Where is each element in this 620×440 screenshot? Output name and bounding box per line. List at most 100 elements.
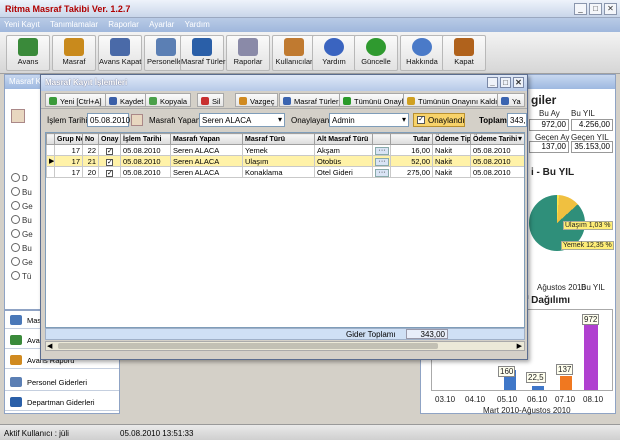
table-row[interactable]: 17 20 ✓ 05.08.2010 Seren ALACA Konaklama… xyxy=(46,166,524,178)
maximize-button[interactable]: □ xyxy=(589,3,602,15)
grid-cell[interactable]: 21 xyxy=(82,155,99,167)
period-radio[interactable]: Bu xyxy=(11,243,32,253)
period-radio[interactable]: Ge xyxy=(11,201,33,211)
period-radio[interactable]: D xyxy=(11,173,28,183)
grid-cell[interactable]: Otobüs xyxy=(314,155,373,167)
grid-cell[interactable]: Akşam xyxy=(314,144,373,156)
grid-cell[interactable]: Seren ALACA xyxy=(170,155,243,167)
grid-cell[interactable]: 22 xyxy=(82,144,99,156)
tumunun-onayini-kaldir-button[interactable]: Tümünün Onayını Kaldır xyxy=(403,93,504,107)
menu-yardim[interactable]: Yardım xyxy=(181,18,214,31)
grid-cell[interactable]: 16,00 xyxy=(390,144,433,156)
dialog-maximize-button[interactable]: □ xyxy=(500,77,511,88)
grid-cell[interactable]: 05.08.2010 xyxy=(120,144,171,156)
kaydet-button[interactable]: Kaydet xyxy=(105,93,148,107)
masraf-button[interactable]: Masraf xyxy=(52,35,96,71)
table-row[interactable]: 17 22 ✓ 05.08.2010 Seren ALACA Yemek Akş… xyxy=(46,144,524,156)
yazdir-button[interactable]: Ya xyxy=(497,93,525,107)
nav-item-departman-giderleri[interactable]: Departman Giderleri xyxy=(5,393,119,411)
grid-cell[interactable]: Seren ALACA xyxy=(170,166,243,178)
scroll-left-icon[interactable]: ◀ xyxy=(47,342,52,350)
masraf-turleri-button[interactable]: Masraf Türleri xyxy=(180,35,227,71)
avans-button[interactable]: Avans xyxy=(6,35,50,71)
approve-checkbox[interactable]: ✓ xyxy=(98,155,121,167)
grid-cell[interactable]: 17 xyxy=(54,166,83,178)
menu-ayarlar[interactable]: Ayarlar xyxy=(145,18,178,31)
row-indicator[interactable] xyxy=(46,144,55,156)
column-header[interactable]: Onay xyxy=(98,133,121,145)
grid-cell[interactable]: Nakit xyxy=(432,155,471,167)
table-row[interactable]: ▶ 17 21 ✓ 05.08.2010 Seren ALACA Ulaşım … xyxy=(46,155,524,167)
masraf-turleri-dialog-button[interactable]: Masraf Türleri xyxy=(279,93,345,107)
dialog-minimize-button[interactable]: _ xyxy=(487,77,498,88)
period-radio[interactable]: Tü xyxy=(11,271,31,281)
row-indicator[interactable]: ▶ xyxy=(46,155,55,167)
period-radio[interactable]: Ge xyxy=(11,229,33,239)
grid-cell[interactable]: 05.08.2010 xyxy=(120,166,171,178)
grid-cell[interactable]: 17 xyxy=(54,155,83,167)
column-header[interactable]: İşlem Tarihi xyxy=(120,133,171,145)
kullanicilar-button[interactable]: Kullanıcılar xyxy=(272,35,316,71)
grid-cell[interactable]: Konaklama xyxy=(242,166,315,178)
period-radio[interactable]: Bu xyxy=(11,187,32,197)
ellipsis-button[interactable]: ··· xyxy=(372,166,391,178)
grid-cell[interactable]: 17 xyxy=(54,144,83,156)
date-input[interactable]: 05.08.2010 xyxy=(87,113,130,127)
grid-cell[interactable]: Yemek xyxy=(242,144,315,156)
column-header[interactable] xyxy=(372,133,391,145)
tumunu-onayla-button[interactable]: Tümünü Onayla xyxy=(339,93,412,107)
pie-tab[interactable]: Ağustos 2010 xyxy=(537,283,586,292)
approve-checkbox[interactable]: ✓ xyxy=(98,144,121,156)
menu-yeni-kayit[interactable]: Yeni Kayıt xyxy=(0,18,44,31)
calendar-icon[interactable] xyxy=(131,114,143,126)
close-button[interactable]: ✕ xyxy=(604,3,617,15)
column-header[interactable]: Grup No xyxy=(54,133,83,145)
grid-cell[interactable]: 05.08.2010 xyxy=(470,155,524,167)
dialog-close-button[interactable]: ✕ xyxy=(513,77,524,88)
approve-checkbox[interactable]: ✓ xyxy=(98,166,121,178)
column-header[interactable]: Ödeme Tarihi xyxy=(470,133,524,145)
column-header[interactable]: Ödeme Tipi xyxy=(432,133,471,145)
menu-tanimlamalar[interactable]: Tanımlamalar xyxy=(46,18,102,31)
menu-raporlar[interactable]: Raporlar xyxy=(104,18,143,31)
avans-kapat-button[interactable]: Avans Kapat xyxy=(98,35,142,71)
grid-cell[interactable]: 275,00 xyxy=(390,166,433,178)
column-header[interactable]: Tutar xyxy=(390,133,433,145)
minimize-button[interactable]: _ xyxy=(574,3,587,15)
ellipsis-button[interactable]: ··· xyxy=(372,144,391,156)
horizontal-scrollbar[interactable]: ◀ ▶ xyxy=(45,341,525,351)
grid-cell[interactable]: 20 xyxy=(82,166,99,178)
grid-cell[interactable]: 52,00 xyxy=(390,155,433,167)
raporlar-button[interactable]: Raporlar xyxy=(226,35,270,71)
ellipsis-button[interactable]: ··· xyxy=(372,155,391,167)
column-header[interactable]: Masraf Türü xyxy=(242,133,315,145)
period-radio[interactable]: Ge xyxy=(11,257,33,267)
scrollbar-thumb[interactable] xyxy=(58,343,438,349)
grid-cell[interactable]: 05.08.2010 xyxy=(120,155,171,167)
vazgec-button[interactable]: Vazgeç xyxy=(235,93,279,107)
guncelle-button[interactable]: Güncelle xyxy=(354,35,398,71)
column-header[interactable]: Alt Masraf Türü xyxy=(314,133,373,145)
yeni-button[interactable]: Yeni [Ctrl+A] xyxy=(45,93,106,107)
spender-select[interactable]: Seren ALACA xyxy=(199,113,285,127)
yardim-button[interactable]: Yardım xyxy=(312,35,356,71)
column-header[interactable]: No xyxy=(82,133,99,145)
grid-cell[interactable]: Nakit xyxy=(432,166,471,178)
pie-tab[interactable]: Bu YIL xyxy=(581,283,605,292)
approved-checkbox[interactable]: ✓ Onaylandı xyxy=(413,113,465,127)
approver-select[interactable]: Admin xyxy=(329,113,409,127)
grid-cell[interactable]: Ulaşım xyxy=(242,155,315,167)
grid-cell[interactable]: Nakit xyxy=(432,144,471,156)
nav-item-personel-giderleri[interactable]: Personel Giderleri xyxy=(5,373,119,391)
grid-cell[interactable]: Otel Gideri xyxy=(314,166,373,178)
column-header[interactable]: Masrafı Yapan xyxy=(170,133,243,145)
grid-cell[interactable]: 05.08.2010 xyxy=(470,144,524,156)
scroll-right-icon[interactable]: ▶ xyxy=(517,342,522,350)
kapat-button[interactable]: Kapat xyxy=(442,35,486,71)
grid-cell[interactable]: Seren ALACA xyxy=(170,144,243,156)
hakkinda-button[interactable]: Hakkında xyxy=(400,35,444,71)
kopyala-button[interactable]: Kopyala xyxy=(145,93,192,107)
sil-button[interactable]: Sil xyxy=(197,93,225,107)
grid-cell[interactable]: 05.08.2010 xyxy=(470,166,524,178)
row-indicator[interactable] xyxy=(46,166,55,178)
